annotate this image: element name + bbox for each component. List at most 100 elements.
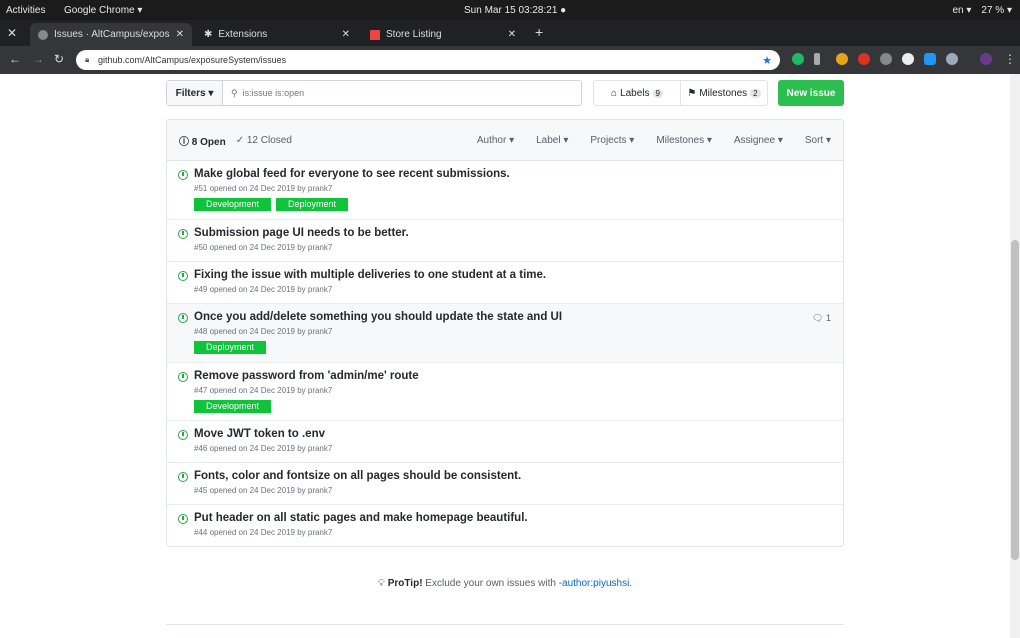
- lock-icon: 🔒︎: [85, 55, 90, 64]
- address-toolbar: ← → ↻ 🔒︎ github.com/AltCampus/exposureSys…: [0, 46, 1020, 74]
- issue-title-link[interactable]: Once you add/delete something you should…: [194, 311, 843, 323]
- issue-label[interactable]: Development: [194, 400, 272, 413]
- extension-icon[interactable]: [946, 53, 958, 65]
- issue-label[interactable]: Deployment: [194, 341, 267, 354]
- extension-icon[interactable]: [792, 53, 804, 65]
- issue-title-link[interactable]: Move JWT token to .env: [194, 428, 843, 440]
- page-scrollbar[interactable]: [1010, 74, 1020, 638]
- back-icon[interactable]: ←: [9, 52, 21, 66]
- tag-icon: ⌂: [611, 87, 618, 99]
- issues-list: ⓘ 8 Open ✓ 12 Closed Author ▾ Label ▾ Pr…: [166, 119, 844, 547]
- issue-opened-icon: [178, 229, 188, 239]
- search-value: is:issue is:open: [242, 88, 305, 98]
- activities-button[interactable]: Activities: [6, 5, 45, 16]
- extension-icon[interactable]: [858, 53, 870, 65]
- issue-meta: #45 opened on 24 Dec 2019 by prank7: [194, 486, 333, 495]
- url-text: github.com/AltCampus/exposureSystem/issu…: [98, 55, 287, 65]
- milestones-link[interactable]: ⚑ Milestones 2: [680, 81, 767, 105]
- system-top-bar: Activities Google Chrome ▾ Sun Mar 15 03…: [0, 0, 1020, 20]
- new-issue-button[interactable]: New issue: [778, 80, 844, 106]
- label-filter[interactable]: Label ▾: [536, 135, 568, 146]
- issue-opened-icon: [178, 170, 188, 180]
- issues-list-header: ⓘ 8 Open ✓ 12 Closed Author ▾ Label ▾ Pr…: [167, 120, 843, 161]
- language-indicator[interactable]: en ▾: [952, 5, 971, 16]
- issue-opened-icon: [178, 514, 188, 524]
- issue-title-link[interactable]: Put header on all static pages and make …: [194, 512, 843, 524]
- app-menu[interactable]: Google Chrome ▾: [64, 5, 142, 16]
- issue-row[interactable]: Once you add/delete something you should…: [167, 304, 843, 363]
- search-icon: ⚲: [231, 87, 238, 98]
- puzzle-icon: ✱: [204, 29, 213, 40]
- issue-row[interactable]: Move JWT token to .env #46 opened on 24 …: [167, 421, 843, 463]
- protip-link[interactable]: -author:piyushsi.: [559, 578, 632, 589]
- issue-row[interactable]: Fonts, color and fontsize on all pages s…: [167, 463, 843, 505]
- milestones-count: 2: [750, 88, 761, 98]
- extension-icon[interactable]: [924, 53, 936, 65]
- issue-meta: #47 opened on 24 Dec 2019 by prank7: [194, 386, 333, 395]
- issue-row[interactable]: Submission page UI needs to be better. #…: [167, 220, 843, 262]
- issue-title-link[interactable]: Submission page UI needs to be better.: [194, 227, 843, 239]
- tab-label: Store Listing: [386, 29, 442, 40]
- scrollbar-thumb[interactable]: [1011, 240, 1019, 560]
- protip-text: Exclude your own issues with: [422, 578, 559, 589]
- download-icon[interactable]: [814, 53, 820, 65]
- profile-avatar[interactable]: [980, 53, 992, 65]
- forward-icon[interactable]: →: [32, 52, 44, 66]
- issue-meta: #44 opened on 24 Dec 2019 by prank7: [194, 528, 333, 537]
- extension-icon[interactable]: [880, 53, 892, 65]
- issue-meta: #46 opened on 24 Dec 2019 by prank7: [194, 444, 333, 453]
- assignee-filter[interactable]: Assignee ▾: [734, 135, 783, 146]
- issue-opened-icon: [178, 313, 188, 323]
- milestones-filter[interactable]: Milestones ▾: [656, 135, 712, 146]
- extension-icon[interactable]: [902, 53, 914, 65]
- labels-milestones-nav: ⌂ Labels 9 ⚑ Milestones 2: [593, 80, 768, 106]
- tab-extensions[interactable]: ✱ Extensions ✕: [196, 23, 358, 46]
- bookmark-star-icon[interactable]: ★: [762, 54, 772, 67]
- issue-label[interactable]: Deployment: [276, 198, 349, 211]
- protip-label: ProTip!: [387, 578, 423, 589]
- reload-icon[interactable]: ↻: [54, 52, 64, 66]
- projects-filter[interactable]: Projects ▾: [590, 135, 634, 146]
- issue-title-link[interactable]: Make global feed for everyone to see rec…: [194, 168, 843, 180]
- issue-title-link[interactable]: Remove password from 'admin/me' route: [194, 370, 843, 382]
- clock[interactable]: Sun Mar 15 03:28:21 ●: [464, 5, 566, 16]
- closed-issues-tab[interactable]: ✓ 12 Closed: [236, 135, 292, 146]
- menu-kebab-icon[interactable]: ⋮: [1004, 52, 1016, 66]
- divider: [166, 624, 844, 625]
- issue-meta: #51 opened on 24 Dec 2019 by prank7: [194, 184, 333, 193]
- close-tab-icon[interactable]: ✕: [176, 29, 184, 40]
- issue-row[interactable]: Put header on all static pages and make …: [167, 505, 843, 547]
- issue-title-link[interactable]: Fixing the issue with multiple deliverie…: [194, 269, 843, 281]
- battery-indicator[interactable]: 27 % ▾: [981, 5, 1012, 16]
- open-issues-tab[interactable]: ⓘ 8 Open: [179, 133, 226, 148]
- extension-icon[interactable]: [836, 53, 848, 65]
- tab-strip: ✕ Issues · AltCampus/expos ✕ ✱ Extensions ✕…: [0, 20, 1020, 46]
- milestones-text: Milestones: [699, 87, 748, 99]
- close-tab-icon[interactable]: ✕: [508, 29, 516, 40]
- comment-icon: 🗨︎: [812, 313, 824, 323]
- url-bar[interactable]: 🔒︎ github.com/AltCampus/exposureSystem/is…: [76, 50, 780, 70]
- issue-title-link[interactable]: Fonts, color and fontsize on all pages s…: [194, 470, 843, 482]
- labels-link[interactable]: ⌂ Labels 9: [594, 81, 680, 105]
- milestone-icon: ⚑: [687, 87, 697, 99]
- tab-store-listing[interactable]: Store Listing ✕: [362, 23, 524, 46]
- comments-link[interactable]: 🗨︎ 1: [812, 313, 831, 324]
- issue-label[interactable]: Development: [194, 198, 272, 211]
- issue-row[interactable]: Fixing the issue with multiple deliverie…: [167, 262, 843, 304]
- issue-opened-icon: [178, 372, 188, 382]
- sort-dropdown[interactable]: Sort ▾: [805, 135, 831, 146]
- protip: 💡︎ ProTip! Exclude your own issues with …: [0, 578, 1010, 589]
- close-window-icon[interactable]: ✕: [7, 26, 17, 40]
- filters-dropdown[interactable]: Filters ▾: [167, 81, 223, 105]
- issue-opened-icon: [178, 430, 188, 440]
- close-tab-icon[interactable]: ✕: [342, 29, 350, 40]
- issue-row[interactable]: Remove password from 'admin/me' route #4…: [167, 363, 843, 421]
- tab-issues[interactable]: Issues · AltCampus/expos ✕: [30, 23, 192, 46]
- author-filter[interactable]: Author ▾: [477, 135, 514, 146]
- issue-search-input[interactable]: ⚲ is:issue is:open: [223, 81, 581, 105]
- system-tray[interactable]: en ▾ 27 % ▾: [952, 5, 1012, 16]
- tab-label: Issues · AltCampus/expos: [54, 29, 170, 40]
- new-tab-icon[interactable]: +: [535, 24, 543, 40]
- issue-row[interactable]: Make global feed for everyone to see rec…: [167, 161, 843, 220]
- issue-opened-icon: [178, 472, 188, 482]
